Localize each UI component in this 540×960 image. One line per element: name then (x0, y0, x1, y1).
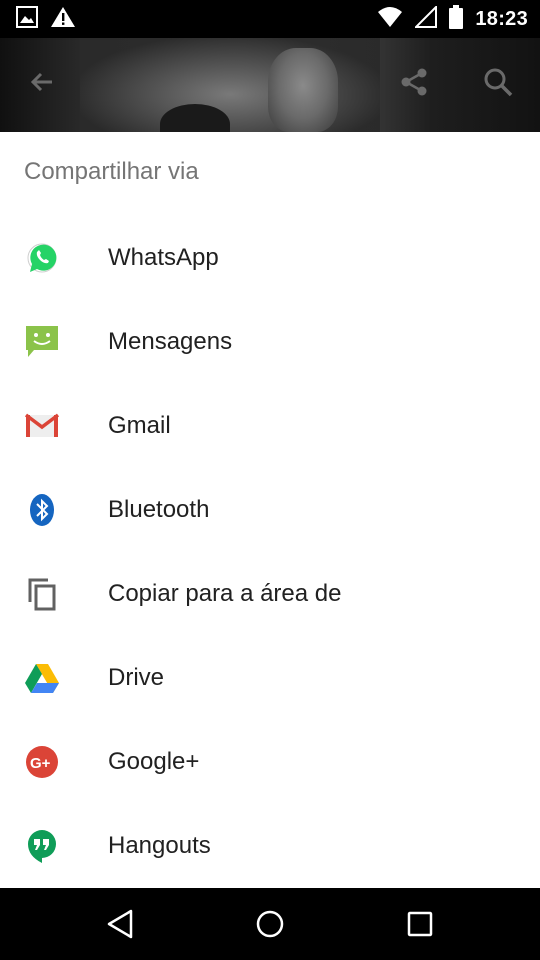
navigation-bar (0, 888, 540, 960)
share-item-label: WhatsApp (108, 244, 219, 271)
copy-icon (24, 576, 60, 612)
svg-text:G+: G+ (30, 755, 51, 772)
battery-icon (449, 4, 464, 34)
share-item-label: Google+ (108, 748, 200, 775)
back-arrow-icon[interactable] (22, 62, 62, 102)
messages-icon (24, 324, 60, 360)
share-item-label: Mensagens (108, 328, 233, 355)
share-item-google-plus[interactable]: G+ Google+ (0, 720, 540, 804)
google-plus-icon: G+ (24, 744, 60, 780)
share-item-gmail[interactable]: Gmail (0, 384, 540, 468)
cellular-signal-icon (413, 4, 438, 33)
share-sheet: Compartilhar via WhatsApp Mensagens Gmai… (0, 132, 540, 888)
share-item-whatsapp[interactable]: WhatsApp (0, 216, 540, 300)
warning-icon (50, 6, 76, 33)
share-item-messages[interactable]: Mensagens (0, 300, 540, 384)
search-icon[interactable] (478, 62, 518, 102)
wifi-icon (377, 6, 403, 33)
share-item-label: Hangouts (108, 832, 211, 859)
share-item-label: Gmail (108, 412, 171, 439)
image-notification-icon (16, 5, 38, 33)
share-sheet-title: Compartilhar via (24, 158, 199, 185)
share-item-drive[interactable]: Drive (0, 636, 540, 720)
share-item-copy-clipboard[interactable]: Copiar para a área de (0, 552, 540, 636)
share-item-label: Drive (108, 664, 165, 691)
drive-icon (24, 660, 60, 696)
share-item-hangouts[interactable]: Hangouts (0, 804, 540, 888)
gmail-icon (24, 408, 60, 444)
share-icon[interactable] (394, 62, 434, 102)
status-bar: 18:23 (0, 0, 540, 38)
status-time: 18:23 (475, 7, 528, 30)
background-photo-person (268, 48, 338, 132)
status-bar-notifications (16, 5, 76, 33)
share-item-label: Copiar para a área de (108, 580, 342, 607)
recents-square-icon[interactable] (400, 904, 440, 944)
share-target-list: WhatsApp Mensagens Gmail Bluetooth Copia… (0, 216, 540, 888)
whatsapp-icon (24, 240, 60, 276)
share-item-bluetooth[interactable]: Bluetooth (0, 468, 540, 552)
status-bar-system: 18:23 (377, 4, 528, 34)
bluetooth-icon (24, 492, 60, 528)
home-circle-icon[interactable] (250, 904, 290, 944)
share-item-label: Bluetooth (108, 496, 210, 523)
screen: 18:23 Compartilhar via WhatsApp Mensagen… (0, 0, 540, 960)
background-app-header (0, 38, 540, 132)
hangouts-icon (24, 828, 60, 864)
back-triangle-icon[interactable] (100, 904, 140, 944)
